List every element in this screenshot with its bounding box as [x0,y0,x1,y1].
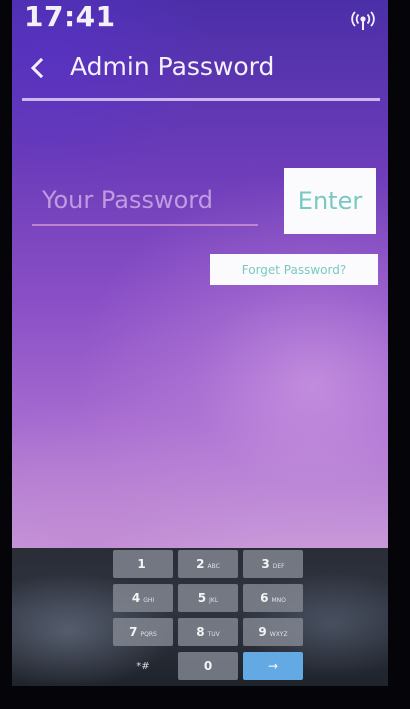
key-letters: ABC [207,562,220,570]
key-letters: DEF [272,562,285,570]
key-letters: PQRS [140,630,157,638]
key-digit: 7 [129,624,138,639]
key-4[interactable]: 4 GHI [113,584,173,612]
key-digit: 6 [260,590,269,605]
wireless-signal-icon [351,11,375,30]
chevron-left-icon[interactable] [26,56,50,80]
key-digit: 1 [137,556,146,571]
header-bar: Admin Password [12,48,388,100]
key-letters: JKL [209,596,219,604]
key-letters: WXYZ [269,630,288,638]
key-digit: 0 [203,658,213,673]
key-symbols[interactable]: *# [113,652,173,680]
forget-password-button[interactable]: Forget Password? [210,254,378,285]
status-time: 17:41 [24,0,116,33]
status-bar: 17:41 [12,0,388,40]
key-8[interactable]: 8 TUV [178,618,238,646]
enter-button[interactable]: Enter [284,168,376,234]
key-0[interactable]: 0 [178,652,238,680]
numeric-keypad: 1 2 ABC 3 DEF 4 GHI 5 JKL 6 MNO 7 PQRS 8 TUV 9W… [12,548,388,686]
key-letters: MNO [271,596,286,604]
key-6[interactable]: 6 MNO [243,584,303,612]
key-1[interactable]: 1 [113,550,173,578]
page-title: Admin Password [70,52,275,81]
key-letters: GHI [143,596,155,604]
key-2[interactable]: 2 ABC [178,550,238,578]
device-frame: 17:41 Admin Password Enter Forget Passwo… [0,0,410,709]
key-9[interactable]: 9 WXYZ [243,618,303,646]
app-screen: 17:41 Admin Password Enter Forget Passwo… [12,0,388,548]
key-letters: TUV [207,630,220,638]
key-3[interactable]: 3 DEF [243,550,303,578]
key-digit: 8 [196,624,205,639]
key-digit: 2 [196,556,205,571]
key-digit: 4 [131,590,141,605]
key-digit: 9 [258,624,267,639]
header-divider [22,98,380,101]
key-5[interactable]: 5 JKL [178,584,238,612]
password-input[interactable] [32,176,258,226]
key-digit: 5 [197,590,207,605]
key-digit: 3 [261,556,270,571]
go-key[interactable]: → [243,652,303,680]
key-7[interactable]: 7 PQRS [113,618,173,646]
